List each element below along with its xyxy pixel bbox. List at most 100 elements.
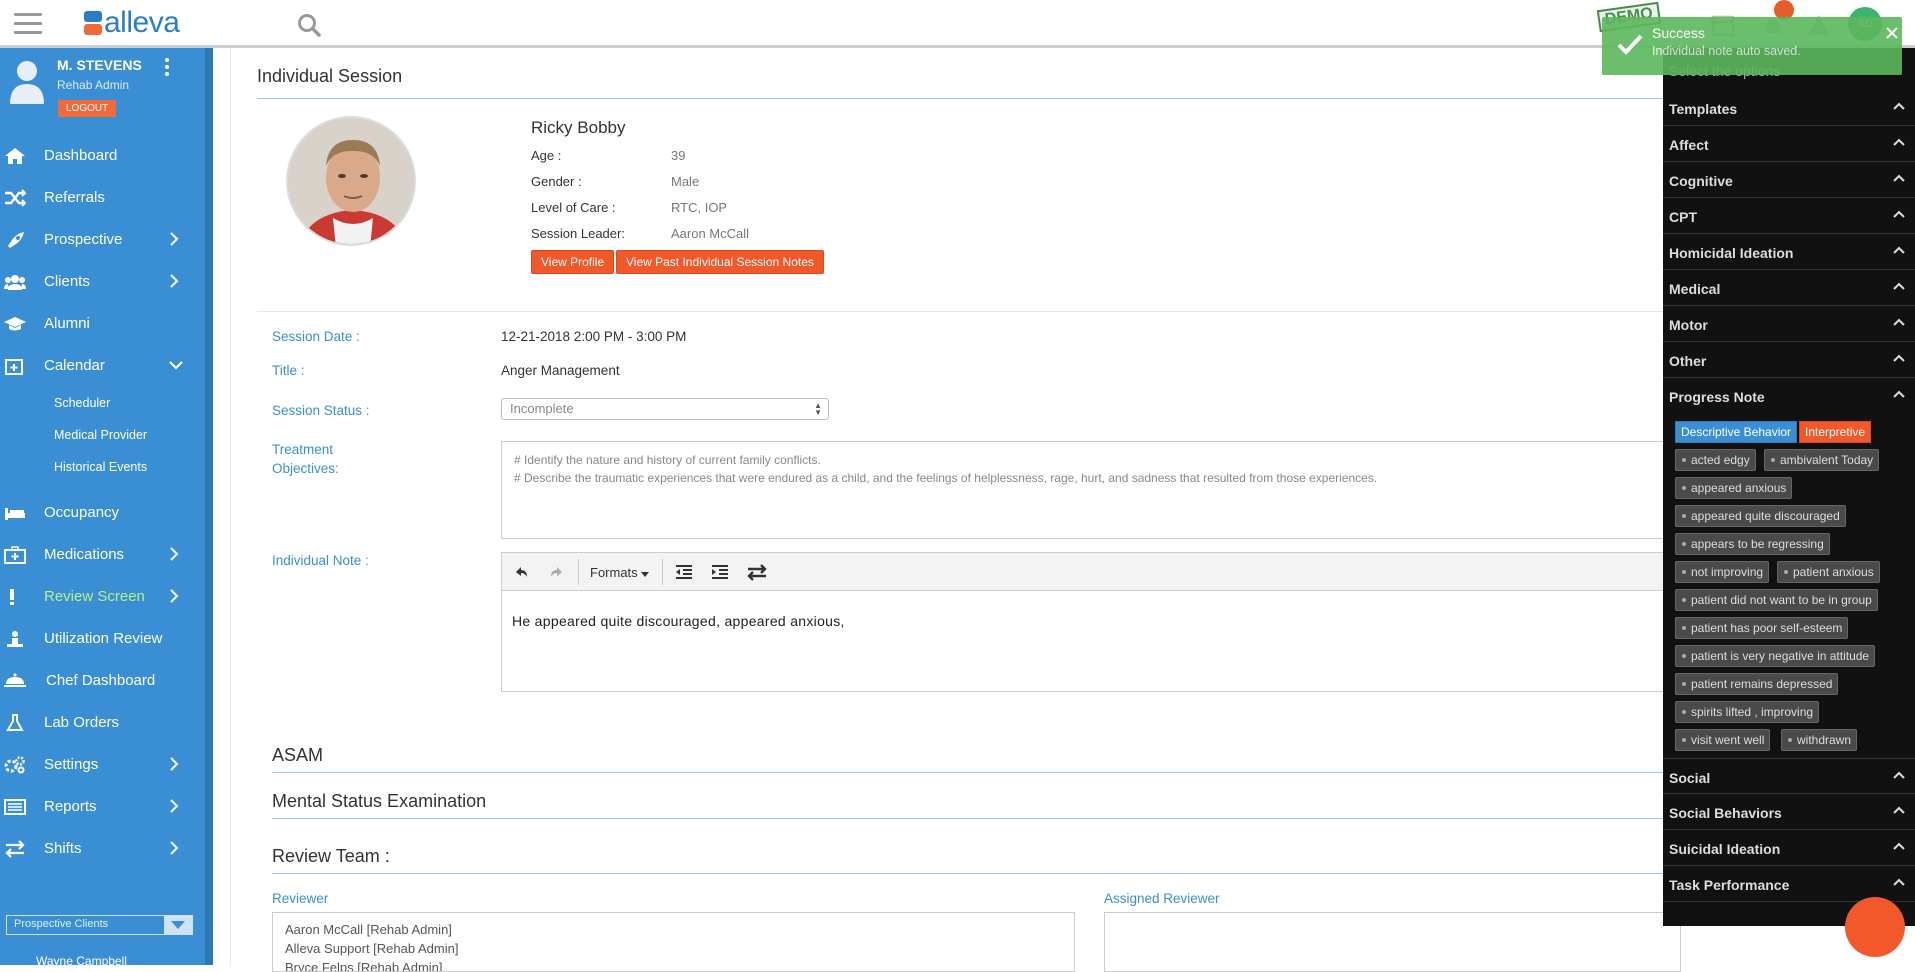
category-social-behaviors[interactable]: Social Behaviors <box>1663 794 1915 830</box>
select-arrows-icon: ▲ ▼ <box>814 401 822 417</box>
gender-label: Gender : <box>531 174 582 189</box>
sidebar-item-referrals[interactable]: Referrals <box>0 178 205 218</box>
age-value: 39 <box>671 148 686 163</box>
category-progress-note[interactable]: Progress Note <box>1663 378 1915 414</box>
chevron-right-icon <box>170 274 179 288</box>
sidebar-subitem-medical-provider[interactable]: Medical Provider <box>54 428 147 442</box>
chip-patient-negative-attitude[interactable]: patient is very negative in attitude <box>1675 645 1876 667</box>
client-filter-select[interactable]: Prospective Clients <box>6 915 193 935</box>
sidebar-item-medications[interactable]: Medications <box>0 535 205 575</box>
chip-spirits-lifted[interactable]: spirits lifted , improving <box>1675 701 1820 723</box>
treatment-objectives-textarea[interactable]: # Identify the nature and history of cur… <box>501 441 1691 539</box>
sidebar-item-review-screen[interactable]: Review Screen <box>0 577 205 617</box>
chip-appears-to-be-regressing[interactable]: appears to be regressing <box>1675 533 1830 555</box>
mse-section-title[interactable]: Mental Status Examination <box>272 791 486 812</box>
sidebar-item-clients[interactable]: Clients <box>0 262 205 302</box>
chip-patient-anxious[interactable]: patient anxious <box>1777 561 1880 583</box>
interpretive-button[interactable]: Interpretive <box>1799 421 1872 443</box>
chip-ambivalent-today[interactable]: ambivalent Today <box>1764 449 1880 471</box>
view-past-notes-button[interactable]: View Past Individual Session Notes <box>616 250 824 274</box>
category-medical[interactable]: Medical <box>1663 270 1915 306</box>
list-item[interactable]: Aaron McCall [Rehab Admin] <box>285 920 1062 939</box>
redo-icon[interactable] <box>548 562 566 582</box>
session-status-label: Session Status : <box>272 403 370 418</box>
chevron-up-icon <box>1893 354 1905 362</box>
category-templates[interactable]: Templates <box>1663 90 1915 126</box>
list-item[interactable]: Bryce Felps [Rehab Admin] <box>285 958 1062 971</box>
caret-down-icon <box>171 921 185 929</box>
logout-button[interactable]: LOGOUT <box>58 100 117 117</box>
category-social[interactable]: Social <box>1663 758 1915 794</box>
sidebar-item-occupancy[interactable]: Occupancy <box>0 493 205 533</box>
asam-section-title[interactable]: ASAM <box>272 745 323 766</box>
asam-divider <box>272 772 1677 773</box>
chevron-up-icon <box>1893 102 1905 110</box>
main-content: Individual Session Ricky Bobby Age : 39 … <box>213 48 1692 972</box>
sidebar-item-shifts[interactable]: Shifts <box>0 829 205 869</box>
session-status-select[interactable]: Incomplete ▲ ▼ <box>501 398 829 420</box>
reviewer-listbox[interactable]: Aaron McCall [Rehab Admin] Alleva Suppor… <box>272 912 1075 972</box>
bottom-user-name[interactable]: Wayne Campbell <box>6 954 127 965</box>
level-of-care-label: Level of Care : <box>531 200 616 215</box>
undo-icon[interactable] <box>512 562 530 582</box>
sidebar-item-prospective[interactable]: Prospective <box>0 220 205 260</box>
sidebar-item-reports[interactable]: Reports <box>0 787 205 827</box>
chip-patient-poor-self-esteem[interactable]: patient has poor self-esteem <box>1675 617 1849 639</box>
sidebar-subitem-historical-events[interactable]: Historical Events <box>54 460 147 474</box>
level-of-care-value: RTC, IOP <box>671 200 728 215</box>
category-cognitive[interactable]: Cognitive <box>1663 162 1915 198</box>
sidebar-item-alumni[interactable]: Alumni <box>0 304 205 344</box>
editor-toolbar: Formats <box>502 553 1692 591</box>
indent-icon[interactable] <box>710 562 730 582</box>
sidebar-scrollbar[interactable] <box>205 48 213 965</box>
close-icon[interactable] <box>1886 27 1898 39</box>
chip-appeared-quite-discouraged[interactable]: appeared quite discouraged <box>1675 505 1846 527</box>
descriptive-behavior-button[interactable]: Descriptive Behavior <box>1675 421 1798 443</box>
category-suicidal-ideation[interactable]: Suicidal Ideation <box>1663 830 1915 866</box>
chip-acted-edgy[interactable]: acted edgy <box>1675 449 1756 471</box>
floating-action-button[interactable] <box>1845 897 1905 957</box>
chip-visit-went-well[interactable]: visit went well <box>1675 729 1771 751</box>
category-affect[interactable]: Affect <box>1663 126 1915 162</box>
view-profile-button[interactable]: View Profile <box>531 250 615 274</box>
chip-patient-remains-depressed[interactable]: patient remains depressed <box>1675 673 1839 695</box>
toolbar-separator <box>662 559 663 585</box>
success-toast[interactable]: Success Individual note auto saved. <box>1602 17 1902 75</box>
search-icon[interactable] <box>296 12 322 38</box>
assigned-reviewer-listbox[interactable] <box>1104 912 1681 972</box>
patient-portrait-image <box>288 118 414 244</box>
person-icon <box>7 631 23 647</box>
sidebar-item-utilization-review[interactable]: Utilization Review <box>0 619 205 659</box>
chevron-right-icon <box>170 799 179 813</box>
sidebar-item-dashboard[interactable]: Dashboard <box>0 136 205 176</box>
chip-not-improving[interactable]: not improving <box>1675 561 1770 583</box>
text-direction-icon[interactable] <box>746 562 768 582</box>
category-motor[interactable]: Motor <box>1663 306 1915 342</box>
dropdown-toggle[interactable] <box>164 916 192 934</box>
chip-patient-did-not-want-group[interactable]: patient did not want to be in group <box>1675 589 1878 611</box>
sidebar-item-calendar[interactable]: Calendar <box>0 346 205 386</box>
sidebar-subitem-scheduler[interactable]: Scheduler <box>54 396 110 410</box>
toast-title: Success <box>1652 25 1705 41</box>
sidebar-item-lab-orders[interactable]: Lab Orders <box>0 703 205 743</box>
outdent-icon[interactable] <box>674 562 694 582</box>
chip-withdrawn[interactable]: withdrawn <box>1781 729 1858 751</box>
sidebar-item-chef-dashboard[interactable]: Chef Dashboard <box>0 661 205 701</box>
session-leader-value: Aaron McCall <box>671 226 750 241</box>
individual-note-editor[interactable]: Formats He appeared quite discouraged, a… <box>501 552 1692 692</box>
toolbar-separator <box>578 559 579 585</box>
kebab-menu-icon[interactable] <box>165 58 169 76</box>
chevron-down-icon <box>169 361 183 370</box>
sidebar-item-settings[interactable]: Settings <box>0 745 205 785</box>
alleva-logo[interactable]: alleva <box>84 6 180 39</box>
category-cpt[interactable]: CPT <box>1663 198 1915 234</box>
hamburger-menu-icon[interactable] <box>14 13 42 35</box>
category-other[interactable]: Other <box>1663 342 1915 378</box>
note-content[interactable]: He appeared quite discouraged, appeared … <box>512 613 845 629</box>
category-homicidal-ideation[interactable]: Homicidal Ideation <box>1663 234 1915 270</box>
chip-appeared-anxious[interactable]: appeared anxious <box>1675 477 1793 499</box>
chevron-right-icon <box>170 841 179 855</box>
list-item[interactable]: Alleva Support [Rehab Admin] <box>285 939 1062 958</box>
age-label: Age : <box>531 148 562 163</box>
formats-dropdown[interactable]: Formats <box>590 565 650 585</box>
